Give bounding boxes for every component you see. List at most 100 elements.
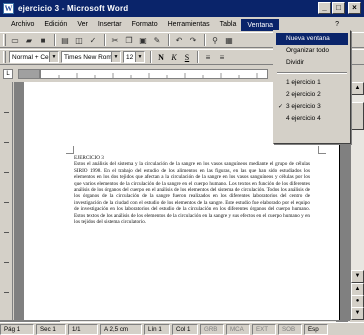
- vertical-ruler[interactable]: [0, 82, 13, 320]
- menu-item-label: Dividir: [286, 59, 305, 66]
- chevron-down-icon[interactable]: ▼: [49, 52, 58, 62]
- ruler-ticks: [58, 73, 258, 78]
- menu-tabla[interactable]: Tabla: [215, 19, 242, 31]
- ruler-tick: [4, 112, 9, 113]
- menu-herramientas[interactable]: Herramientas: [163, 19, 215, 31]
- status-mode-ext[interactable]: EXT: [252, 323, 276, 335]
- new-document-icon[interactable]: ▭: [9, 34, 21, 46]
- window-controls: _ □ ×: [318, 2, 361, 14]
- maximize-button[interactable]: □: [332, 2, 345, 14]
- bold-button[interactable]: N: [155, 51, 167, 63]
- menu-item-organizar-todo[interactable]: Organizar todo: [276, 45, 348, 57]
- status-mode-mca[interactable]: MCA: [226, 323, 250, 335]
- toolbar-separator: [150, 51, 152, 63]
- font-size-value: 12: [126, 53, 134, 61]
- toolbar-grip[interactable]: [3, 51, 6, 63]
- tab-selector[interactable]: L: [3, 69, 13, 79]
- document-paragraph: Estos el análisis del sistema y la circu…: [74, 161, 310, 226]
- vertical-scrollbar[interactable]: ▲ ▼ ▲ ● ▼: [350, 82, 364, 320]
- italic-button[interactable]: K: [168, 51, 180, 63]
- ventana-menu-dropdown: Nueva ventana Organizar todo Dividir 1 e…: [273, 30, 351, 144]
- font-combo[interactable]: Times New Roman ▼: [61, 51, 121, 63]
- ruler-tick: [4, 292, 9, 293]
- save-icon[interactable]: ■: [37, 34, 49, 46]
- table-icon[interactable]: ▦: [223, 34, 235, 46]
- horizontal-ruler[interactable]: [40, 69, 268, 79]
- menu-item-label: 3 ejercicio 3: [286, 103, 321, 110]
- menu-item-label: 2 ejercicio 2: [286, 91, 321, 98]
- status-line: Lín 1: [144, 323, 170, 335]
- toolbar-separator: [54, 34, 56, 46]
- menu-item-label: 4 ejercicio 4: [286, 115, 321, 122]
- status-mode-grb[interactable]: GRB: [200, 323, 224, 335]
- chevron-down-icon[interactable]: ▼: [135, 52, 144, 62]
- status-mode-sob[interactable]: SOB: [278, 323, 302, 335]
- chevron-down-icon[interactable]: ▼: [111, 52, 120, 62]
- copy-icon[interactable]: ❐: [123, 34, 135, 46]
- paste-icon[interactable]: ▣: [137, 34, 149, 46]
- format-painter-icon[interactable]: ✎: [151, 34, 163, 46]
- ruler-tick: [4, 142, 9, 143]
- toolbar-separator: [197, 51, 199, 63]
- document-text[interactable]: EJERCICIO 3 Estos el análisis del sistem…: [74, 155, 310, 225]
- menu-insertar[interactable]: Insertar: [93, 19, 127, 31]
- checkmark-icon: ✓: [278, 104, 284, 110]
- menu-ver[interactable]: Ver: [72, 19, 93, 31]
- menu-item-nueva-ventana[interactable]: Nueva ventana: [276, 33, 348, 45]
- menu-item-dividir[interactable]: Dividir: [276, 57, 348, 69]
- title-bar[interactable]: W ejercicio 3 - Microsoft Word _ □ ×: [0, 0, 364, 17]
- margin-corner-mark: [66, 146, 74, 154]
- scroll-thumb[interactable]: [351, 102, 364, 130]
- undo-icon[interactable]: ↶: [173, 34, 185, 46]
- menu-formato[interactable]: Formato: [127, 19, 163, 31]
- scroll-up-icon[interactable]: ▲: [351, 82, 364, 95]
- menu-item-label: Organizar todo: [286, 47, 329, 54]
- style-combo-value: Normal + Cen: [12, 53, 53, 61]
- status-bar: Pág 1 Sec 1 1/1 A 2,5 cm Lín 1 Col 1 GRB…: [0, 322, 364, 335]
- menu-item-ejercicio-2[interactable]: 2 ejercicio 2: [276, 89, 348, 101]
- status-page: Pág 1: [0, 323, 34, 335]
- menu-item-ejercicio-1[interactable]: 1 ejercicio 1: [276, 77, 348, 89]
- ruler-tick: [4, 202, 9, 203]
- status-section: Sec 1: [36, 323, 66, 335]
- toolbar-separator: [104, 34, 106, 46]
- cut-icon[interactable]: ✂: [109, 34, 121, 46]
- menu-archivo[interactable]: Archivo: [6, 19, 39, 31]
- menu-ventana[interactable]: Ventana: [241, 18, 280, 31]
- status-pages: 1/1: [68, 323, 98, 335]
- menu-separator: [277, 72, 347, 74]
- font-size-combo[interactable]: 12 ▼: [123, 51, 145, 63]
- underline-button[interactable]: S: [181, 51, 193, 63]
- menu-item-ejercicio-4[interactable]: 4 ejercicio 4: [276, 113, 348, 125]
- open-folder-icon[interactable]: ▰: [23, 34, 35, 46]
- print-preview-icon[interactable]: ◫: [73, 34, 85, 46]
- ruler-tick: [4, 262, 9, 263]
- status-position: A 2,5 cm: [100, 323, 142, 335]
- word-window: W ejercicio 3 - Microsoft Word _ □ × Arc…: [0, 0, 364, 335]
- ruler-margin-left: [18, 69, 40, 79]
- margin-corner-mark: [318, 146, 326, 154]
- print-icon[interactable]: ▤: [59, 34, 71, 46]
- redo-icon[interactable]: ↷: [187, 34, 199, 46]
- window-title: ejercicio 3 - Microsoft Word: [18, 4, 129, 13]
- ruler-tick: [4, 172, 9, 173]
- status-column: Col 1: [172, 323, 198, 335]
- menu-edicion[interactable]: Edición: [39, 19, 72, 31]
- status-language: Esp: [304, 323, 328, 335]
- align-left-icon[interactable]: ≡: [202, 51, 214, 63]
- hyperlink-icon[interactable]: ⚲: [209, 34, 221, 46]
- toolbar-grip[interactable]: [3, 34, 6, 46]
- scroll-down-icon[interactable]: ▼: [351, 270, 364, 283]
- word-app-icon[interactable]: W: [3, 3, 14, 14]
- menu-item-label: Nueva ventana: [286, 35, 330, 42]
- toolbar-separator: [168, 34, 170, 46]
- minimize-button[interactable]: _: [318, 2, 331, 14]
- spelling-icon[interactable]: ✓: [87, 34, 99, 46]
- close-button[interactable]: ×: [348, 2, 361, 14]
- toolbar-separator: [204, 34, 206, 46]
- menu-item-ejercicio-3[interactable]: ✓ 3 ejercicio 3: [276, 101, 348, 113]
- ruler-tick: [4, 232, 9, 233]
- style-combo[interactable]: Normal + Cen ▼: [9, 51, 59, 63]
- align-center-icon[interactable]: ≡: [216, 51, 228, 63]
- next-page-icon[interactable]: ▼: [351, 307, 364, 320]
